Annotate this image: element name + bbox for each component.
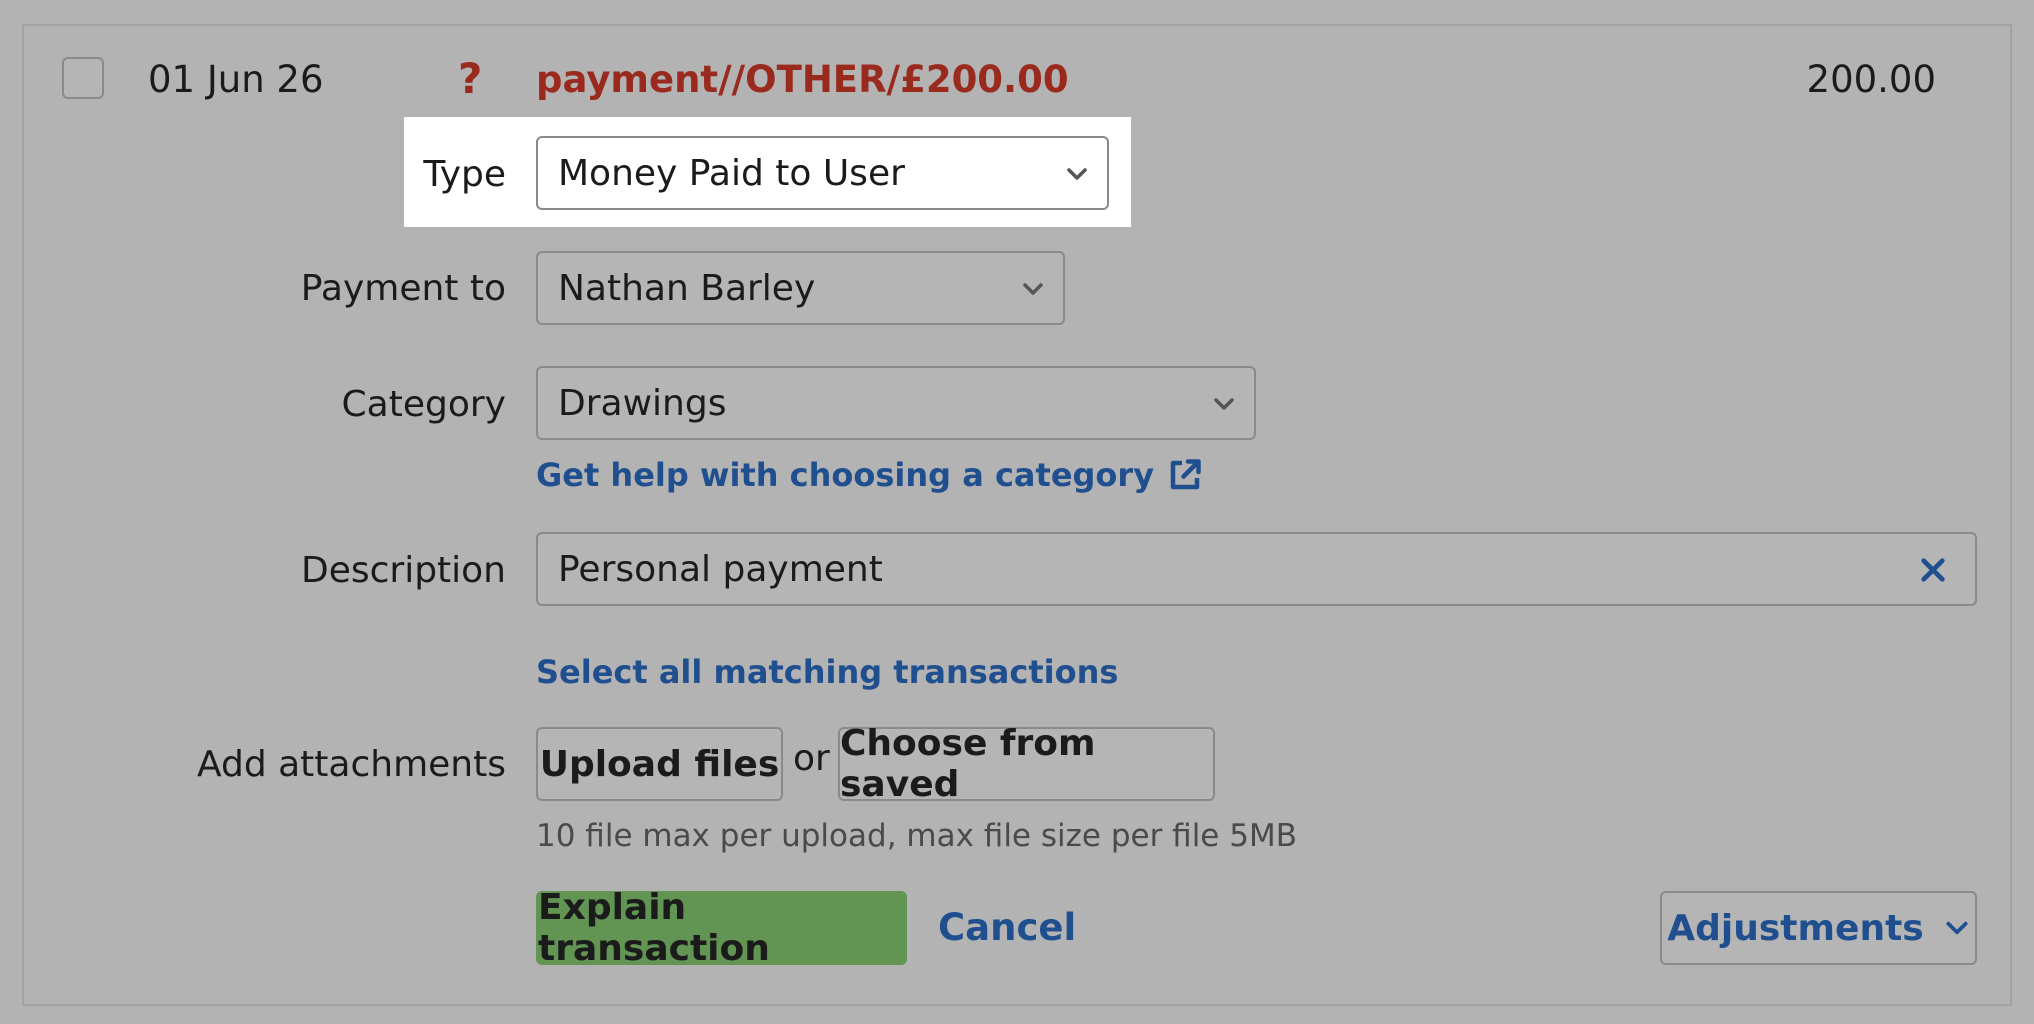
transaction-reference: payment//OTHER/£200.00 xyxy=(536,58,1069,101)
cancel-link[interactable]: Cancel xyxy=(938,906,1076,949)
attachments-hint: 10 file max per upload, max file size pe… xyxy=(536,818,1297,854)
category-help-link[interactable]: Get help with choosing a category xyxy=(536,456,1203,494)
description-input[interactable]: Personal payment xyxy=(536,532,1977,606)
or-text: or xyxy=(793,738,830,779)
transaction-select-checkbox[interactable] xyxy=(62,57,104,99)
description-label: Description xyxy=(300,550,506,591)
choose-from-saved-button[interactable]: Choose from saved xyxy=(838,723,1215,805)
category-label: Category xyxy=(341,384,506,425)
attachments-label: Add attachments xyxy=(196,744,506,785)
transaction-amount: 200.00 xyxy=(1806,58,1936,101)
upload-files-button[interactable]: Upload files xyxy=(536,727,783,801)
external-link-icon xyxy=(1170,459,1201,490)
chevron-down-icon xyxy=(1023,283,1043,295)
chevron-down-icon xyxy=(1214,398,1234,410)
chevron-down-icon xyxy=(1946,921,1968,935)
transaction-date: 01 Jun 26 xyxy=(148,58,324,101)
category-help-text: Get help with choosing a category xyxy=(536,456,1155,494)
type-label: Type xyxy=(423,154,506,195)
payment-to-select[interactable]: Nathan Barley xyxy=(536,251,1065,325)
description-value: Personal payment xyxy=(558,548,883,590)
select-matching-link[interactable]: Select all matching transactions xyxy=(536,653,1118,691)
payment-to-label: Payment to xyxy=(300,268,506,309)
clear-icon[interactable] xyxy=(1919,556,1947,584)
type-select-value: Money Paid to User xyxy=(558,152,905,194)
category-select[interactable]: Drawings xyxy=(536,366,1256,440)
payment-to-value: Nathan Barley xyxy=(558,267,816,309)
explain-transaction-button[interactable]: Explain transaction xyxy=(536,887,907,969)
adjustments-dropdown[interactable]: Adjustments xyxy=(1660,891,1977,965)
unexplained-status-icon: ? xyxy=(458,54,483,103)
type-select[interactable]: Money Paid to User xyxy=(536,136,1109,210)
category-value: Drawings xyxy=(558,382,727,424)
chevron-down-icon xyxy=(1067,168,1087,180)
adjustments-label: Adjustments xyxy=(1667,907,1924,949)
